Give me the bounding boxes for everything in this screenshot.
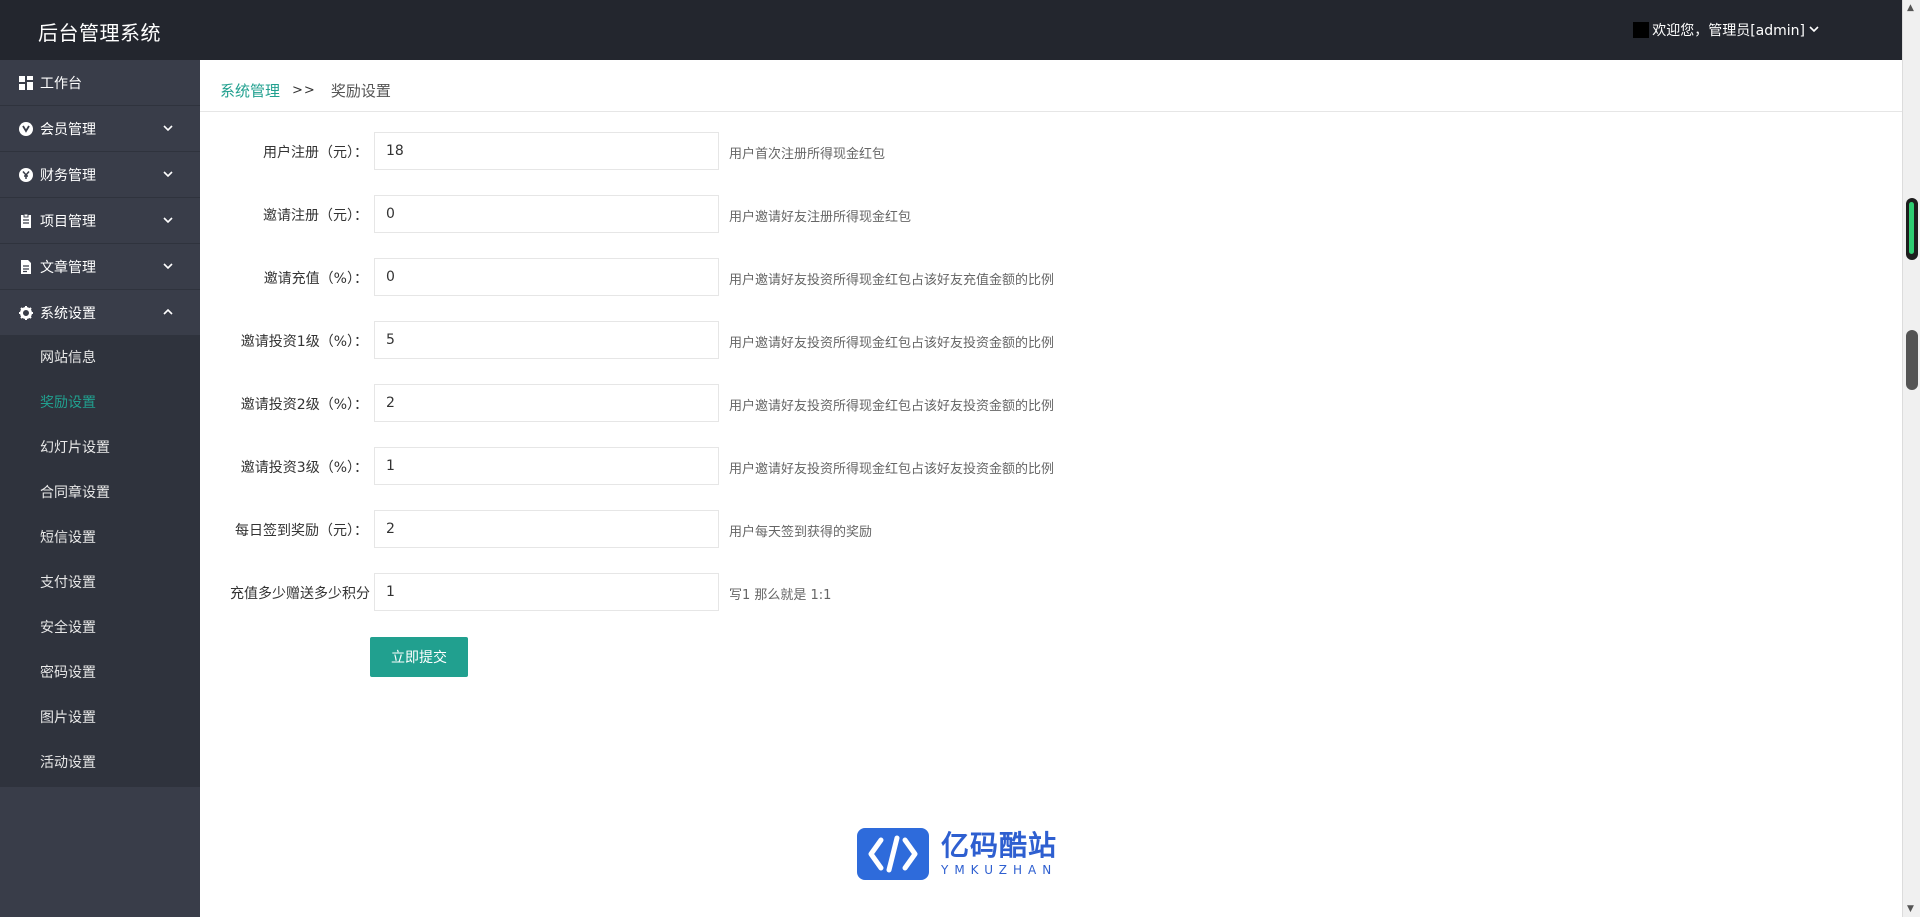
breadcrumb-separator: >>: [292, 83, 316, 98]
sidebar-subitem-password-settings[interactable]: 密码设置: [0, 651, 200, 696]
sidebar-item-label: 项目管理: [40, 213, 96, 230]
field-label: 用户注册（元）：: [263, 145, 368, 161]
form-row-register-reward: 用户注册（元）： 用户首次注册所得现金红包: [200, 132, 1400, 170]
form-row-daily-checkin-reward: 每日签到奖励（元）： 用户每天签到获得的奖励: [200, 510, 1400, 548]
sidebar-item-label: 系统设置: [40, 305, 96, 322]
sidebar-item-members[interactable]: 会员管理: [0, 106, 200, 152]
header-divider: [200, 111, 1902, 112]
form-row-invite-register-reward: 邀请注册（元）： 用户邀请好友注册所得现金红包: [200, 195, 1400, 233]
dashboard-icon: [18, 75, 34, 91]
sidebar-item-label: 会员管理: [40, 121, 96, 138]
avatar: [1633, 22, 1650, 38]
sidebar-item-label: 财务管理: [40, 167, 96, 184]
user-greeting: 欢迎您，管理员[admin]: [1652, 23, 1805, 39]
sidebar-subitem-sms-settings[interactable]: 短信设置: [0, 516, 200, 561]
sidebar-item-dashboard[interactable]: 工作台: [0, 60, 200, 106]
watermark-logo-text: 亿码酷站: [941, 829, 1058, 862]
sidebar-item-projects[interactable]: 项目管理: [0, 198, 200, 244]
user-menu[interactable]: 欢迎您，管理员[admin]: [1633, 20, 1820, 40]
sidebar-subitem-contract-seal-settings[interactable]: 合同章设置: [0, 471, 200, 516]
field-hint: 用户首次注册所得现金红包: [729, 147, 886, 162]
field-hint: 写1 那么就是 1:1: [729, 588, 832, 603]
chevron-down-icon: [1808, 23, 1820, 38]
breadcrumb-current: 奖励设置: [330, 82, 391, 100]
sidebar-subitem-slideshow-settings[interactable]: 幻灯片设置: [0, 426, 200, 471]
breadcrumb: 系统管理 >> 奖励设置: [220, 80, 391, 101]
code-brackets-icon: [857, 828, 929, 880]
invite-invest-level3-input[interactable]: [374, 447, 719, 485]
breadcrumb-parent-link[interactable]: 系统管理: [220, 80, 280, 101]
member-icon: [18, 121, 34, 137]
invite-invest-level1-input[interactable]: [374, 321, 719, 359]
sidebar: 工作台 会员管理 财务管理 项目管理 文章管理 系统设置 网站信息 奖励设置 幻…: [0, 60, 200, 917]
field-label: 每日签到奖励（元）：: [235, 523, 368, 539]
scroll-up-arrow-icon[interactable]: ▲: [1907, 3, 1914, 13]
chevron-down-icon: [162, 214, 174, 230]
top-bar: 后台管理系统 欢迎您，管理员[admin]: [0, 0, 1902, 60]
form-row-invite-invest-level3: 邀请投资3级（%）： 用户邀请好友投资所得现金红包占该好友投资金额的比例: [200, 447, 1400, 485]
invite-register-reward-input[interactable]: [374, 195, 719, 233]
project-icon: [18, 213, 34, 229]
finance-icon: [18, 167, 34, 183]
submenu-system-settings: 网站信息 奖励设置 幻灯片设置 合同章设置 短信设置 支付设置 安全设置 密码设…: [0, 336, 200, 787]
recharge-points-input[interactable]: [374, 573, 719, 611]
sidebar-subitem-payment-settings[interactable]: 支付设置: [0, 561, 200, 606]
invite-invest-level2-input[interactable]: [374, 384, 719, 422]
sidebar-subitem-site-info[interactable]: 网站信息: [0, 336, 200, 381]
sidebar-item-system-settings[interactable]: 系统设置: [0, 290, 200, 336]
field-label: 邀请投资1级（%）：: [240, 334, 368, 350]
field-label: 邀请投资3级（%）：: [240, 460, 368, 476]
field-hint: 用户每天签到获得的奖励: [729, 525, 873, 540]
watermark-logo: 亿码酷站 YMKUZHAN: [857, 828, 1057, 880]
sidebar-subitem-reward-settings[interactable]: 奖励设置: [0, 381, 200, 426]
sidebar-subitem-security-settings[interactable]: 安全设置: [0, 606, 200, 651]
form-row-recharge-points: 充值多少赠送多少积分 写1 那么就是 1:1: [200, 573, 1400, 611]
field-label: 邀请投资2级（%）：: [240, 397, 368, 413]
scroll-down-arrow-icon[interactable]: ▼: [1907, 904, 1914, 914]
field-hint: 用户邀请好友投资所得现金红包占该好友投资金额的比例: [729, 336, 1055, 351]
chevron-down-icon: [162, 168, 174, 184]
submit-button[interactable]: 立即提交: [370, 637, 468, 677]
field-hint: 用户邀请好友投资所得现金红包占该好友投资金额的比例: [729, 399, 1055, 414]
form-row-invite-invest-level2: 邀请投资2级（%）： 用户邀请好友投资所得现金红包占该好友投资金额的比例: [200, 384, 1400, 422]
field-hint: 用户邀请好友投资所得现金红包占该好友充值金额的比例: [729, 273, 1055, 288]
field-label: 邀请充值（%）：: [263, 271, 368, 287]
sidebar-item-label: 工作台: [40, 75, 82, 92]
scrollbar-thumb[interactable]: [1906, 198, 1918, 260]
field-hint: 用户邀请好友注册所得现金红包: [729, 210, 912, 225]
chevron-down-icon: [162, 122, 174, 138]
daily-checkin-reward-input[interactable]: [374, 510, 719, 548]
main-content: 系统管理 >> 奖励设置 用户注册（元）： 用户首次注册所得现金红包 邀请注册（…: [200, 60, 1902, 917]
chevron-down-icon: [162, 260, 174, 276]
scrollbar-thumb-secondary[interactable]: [1906, 330, 1918, 390]
sidebar-subitem-activity-settings[interactable]: 活动设置: [0, 741, 200, 786]
field-label: 充值多少赠送多少积分: [230, 586, 370, 602]
vertical-scrollbar[interactable]: ▲ ▼: [1902, 0, 1920, 917]
gear-icon: [18, 305, 34, 321]
form-row-invite-recharge: 邀请充值（%）： 用户邀请好友投资所得现金红包占该好友充值金额的比例: [200, 258, 1400, 296]
chevron-up-icon: [162, 306, 174, 322]
sidebar-subitem-image-settings[interactable]: 图片设置: [0, 696, 200, 741]
form-row-invite-invest-level1: 邀请投资1级（%）： 用户邀请好友投资所得现金红包占该好友投资金额的比例: [200, 321, 1400, 359]
article-icon: [18, 259, 34, 275]
sidebar-item-articles[interactable]: 文章管理: [0, 244, 200, 290]
field-hint: 用户邀请好友投资所得现金红包占该好友投资金额的比例: [729, 462, 1055, 477]
watermark-logo-subtext: YMKUZHAN: [941, 863, 1058, 877]
field-label: 邀请注册（元）：: [263, 208, 368, 224]
register-reward-input[interactable]: [374, 132, 719, 170]
sidebar-item-label: 文章管理: [40, 259, 96, 276]
app-title: 后台管理系统: [38, 21, 161, 45]
sidebar-item-finance[interactable]: 财务管理: [0, 152, 200, 198]
invite-recharge-input[interactable]: [374, 258, 719, 296]
